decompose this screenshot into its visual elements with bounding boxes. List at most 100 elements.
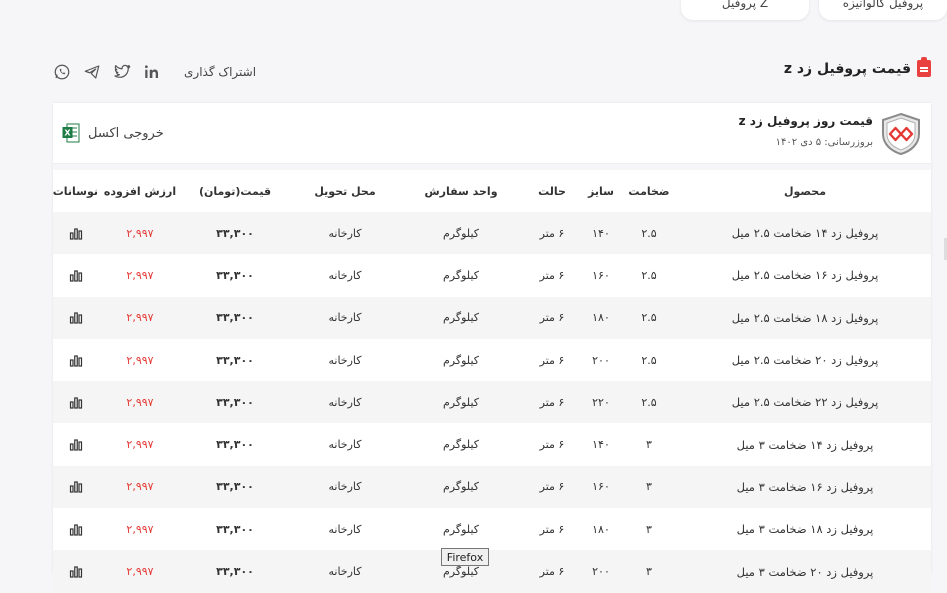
vat-cell: ۲,۹۹۷ bbox=[99, 508, 181, 551]
delivery-cell: کارخانه bbox=[289, 338, 401, 382]
delivery-cell: کارخانه bbox=[289, 254, 401, 297]
state-cell: ۶ متر bbox=[521, 254, 583, 297]
bar-chart-icon[interactable] bbox=[69, 566, 83, 578]
size-cell: ۱۴۰ bbox=[583, 212, 619, 255]
state-cell: ۶ متر bbox=[521, 296, 583, 339]
excel-export-button[interactable]: X خروجی اکسل bbox=[62, 123, 164, 143]
thickness-cell: ۳ bbox=[619, 423, 679, 466]
bar-chart-icon[interactable] bbox=[69, 354, 83, 367]
size-cell: ۱۸۰ bbox=[583, 296, 619, 339]
vat-cell: ۲,۹۹۷ bbox=[99, 338, 181, 382]
col-product: محصول bbox=[679, 170, 931, 212]
card-header: قیمت روز پروفیل زد z بروزرسانی: ۵ دی ۱۴۰… bbox=[53, 103, 931, 164]
product-name[interactable]: پروفیل زد ۲۲ ضخامت ۲.۵ میل bbox=[679, 381, 931, 424]
state-cell: ۶ متر bbox=[521, 423, 583, 466]
product-name[interactable]: پروفیل زد ۱۴ ضخامت ۳ میل bbox=[679, 423, 931, 466]
thickness-cell: ۲.۵ bbox=[619, 296, 679, 339]
unit-cell: کیلوگرم bbox=[401, 465, 521, 509]
delivery-cell: کارخانه bbox=[289, 381, 401, 424]
product-tabs: پروفیل گالوانیزه پروفیل Z bbox=[681, 0, 947, 20]
price-cell: ۳۳,۳۰۰ bbox=[181, 296, 289, 339]
svg-text:X: X bbox=[64, 129, 71, 138]
state-cell: ۶ متر bbox=[521, 212, 583, 255]
price-table: محصول ضخامت سایز حالت واحد سفارش محل تحو… bbox=[53, 170, 931, 593]
unit-cell: کیلوگرم bbox=[401, 423, 521, 466]
tab-galvanized-profile[interactable]: پروفیل گالوانیزه bbox=[819, 0, 947, 20]
price-cell: ۳۳,۳۰۰ bbox=[181, 465, 289, 509]
tab-z-profile[interactable]: پروفیل Z bbox=[681, 0, 809, 20]
size-cell: ۱۸۰ bbox=[583, 508, 619, 551]
fluctuation-cell bbox=[53, 465, 99, 509]
bar-chart-icon[interactable] bbox=[69, 312, 83, 324]
linkedin-icon[interactable] bbox=[142, 62, 162, 82]
state-cell: ۶ متر bbox=[521, 381, 583, 424]
size-cell: ۱۴۰ bbox=[583, 423, 619, 466]
price-cell: ۳۳,۳۰۰ bbox=[181, 423, 289, 466]
fluctuation-cell bbox=[53, 423, 99, 466]
fluctuation-cell bbox=[53, 212, 99, 255]
price-cell: ۳۳,۳۰۰ bbox=[181, 212, 289, 255]
company-logo-icon bbox=[882, 112, 920, 156]
col-unit: واحد سفارش bbox=[401, 170, 521, 212]
bar-chart-icon[interactable] bbox=[69, 228, 83, 240]
table-body: پروفیل زد ۱۴ ضخامت ۲.۵ میل ۲.۵ ۱۴۰ ۶ متر کیل… bbox=[53, 212, 931, 593]
table-row: پروفیل زد ۲۰ ضخامت ۳ میل ۳ ۲۰۰ ۶ متر کیلوگرم… bbox=[53, 550, 931, 593]
price-card: قیمت روز پروفیل زد z بروزرسانی: ۵ دی ۱۴۰… bbox=[53, 103, 931, 593]
size-cell: ۲۰۰ bbox=[583, 338, 619, 382]
product-name[interactable]: پروفیل زد ۱۸ ضخامت ۳ میل bbox=[679, 508, 931, 551]
table-row: پروفیل زد ۲۲ ضخامت ۲.۵ میل ۲.۵ ۲۲۰ ۶ متر کیل… bbox=[53, 381, 931, 424]
product-name[interactable]: پروفیل زد ۱۶ ضخامت ۳ میل bbox=[679, 465, 931, 509]
size-cell: ۲۲۰ bbox=[583, 381, 619, 424]
unit-cell: کیلوگرم bbox=[401, 338, 521, 382]
state-cell: ۶ متر bbox=[521, 465, 583, 509]
table-row: پروفیل زد ۱۸ ضخامت ۳ میل ۳ ۱۸۰ ۶ متر کیلوگرم… bbox=[53, 508, 931, 551]
fluctuation-cell bbox=[53, 338, 99, 382]
state-cell: ۶ متر bbox=[521, 550, 583, 593]
clipboard-icon bbox=[917, 57, 931, 77]
table-row: پروفیل زد ۲۰ ضخامت ۲.۵ میل ۲.۵ ۲۰۰ ۶ متر کیل… bbox=[53, 338, 931, 382]
table-row: پروفیل زد ۱۸ ضخامت ۲.۵ میل ۲.۵ ۱۸۰ ۶ متر کیل… bbox=[53, 296, 931, 339]
table-row: پروفیل زد ۱۶ ضخامت ۳ میل ۳ ۱۶۰ ۶ متر کیلوگرم… bbox=[53, 465, 931, 509]
tooltip: Firefox bbox=[441, 548, 489, 566]
size-cell: ۱۶۰ bbox=[583, 465, 619, 509]
page-title-text: قیمت پروفیل زد z bbox=[783, 60, 911, 77]
vat-cell: ۲,۹۹۷ bbox=[99, 296, 181, 339]
fluctuation-cell bbox=[53, 508, 99, 551]
product-name[interactable]: پروفیل زد ۲۰ ضخامت ۳ میل bbox=[679, 550, 931, 593]
size-cell: ۱۶۰ bbox=[583, 254, 619, 297]
bar-chart-icon[interactable] bbox=[69, 524, 83, 536]
page-title: قیمت پروفیل زد z bbox=[783, 57, 931, 77]
table-row: پروفیل زد ۱۴ ضخامت ۲.۵ میل ۲.۵ ۱۴۰ ۶ متر کیل… bbox=[53, 212, 931, 255]
telegram-icon[interactable] bbox=[82, 62, 102, 82]
updated-date: بروزرسانی: ۵ دی ۱۴۰۲ bbox=[775, 137, 873, 148]
delivery-cell: کارخانه bbox=[289, 423, 401, 466]
price-cell: ۳۳,۳۰۰ bbox=[181, 338, 289, 382]
vat-cell: ۲,۹۹۷ bbox=[99, 550, 181, 593]
bar-chart-icon[interactable] bbox=[69, 397, 83, 409]
unit-cell: کیلوگرم bbox=[401, 381, 521, 424]
share-bar: اشتراک گذاری bbox=[52, 62, 256, 82]
product-name[interactable]: پروفیل زد ۱۶ ضخامت ۲.۵ میل bbox=[679, 254, 931, 297]
product-name[interactable]: پروفیل زد ۲۰ ضخامت ۲.۵ میل bbox=[679, 338, 931, 382]
vat-cell: ۲,۹۹۷ bbox=[99, 381, 181, 424]
col-vat: ارزش افزوده bbox=[99, 170, 181, 212]
thickness-cell: ۲.۵ bbox=[619, 338, 679, 382]
bar-chart-icon[interactable] bbox=[69, 439, 83, 451]
whatsapp-icon[interactable] bbox=[52, 62, 72, 82]
vat-cell: ۲,۹۹۷ bbox=[99, 465, 181, 509]
size-cell: ۲۰۰ bbox=[583, 550, 619, 593]
fluctuation-cell bbox=[53, 550, 99, 593]
twitter-icon[interactable] bbox=[112, 62, 132, 82]
share-label: اشتراک گذاری bbox=[184, 65, 257, 79]
card-title: قیمت روز پروفیل زد z bbox=[738, 114, 873, 128]
product-name[interactable]: پروفیل زد ۱۸ ضخامت ۲.۵ میل bbox=[679, 296, 931, 339]
delivery-cell: کارخانه bbox=[289, 296, 401, 339]
col-fluctuations: نوسانات bbox=[53, 170, 99, 212]
bar-chart-icon[interactable] bbox=[69, 270, 83, 282]
bar-chart-icon[interactable] bbox=[69, 481, 83, 494]
state-cell: ۶ متر bbox=[521, 508, 583, 551]
product-name[interactable]: پروفیل زد ۱۴ ضخامت ۲.۵ میل bbox=[679, 212, 931, 255]
vat-cell: ۲,۹۹۷ bbox=[99, 254, 181, 297]
col-size: سایز bbox=[583, 170, 619, 212]
thickness-cell: ۲.۵ bbox=[619, 381, 679, 424]
